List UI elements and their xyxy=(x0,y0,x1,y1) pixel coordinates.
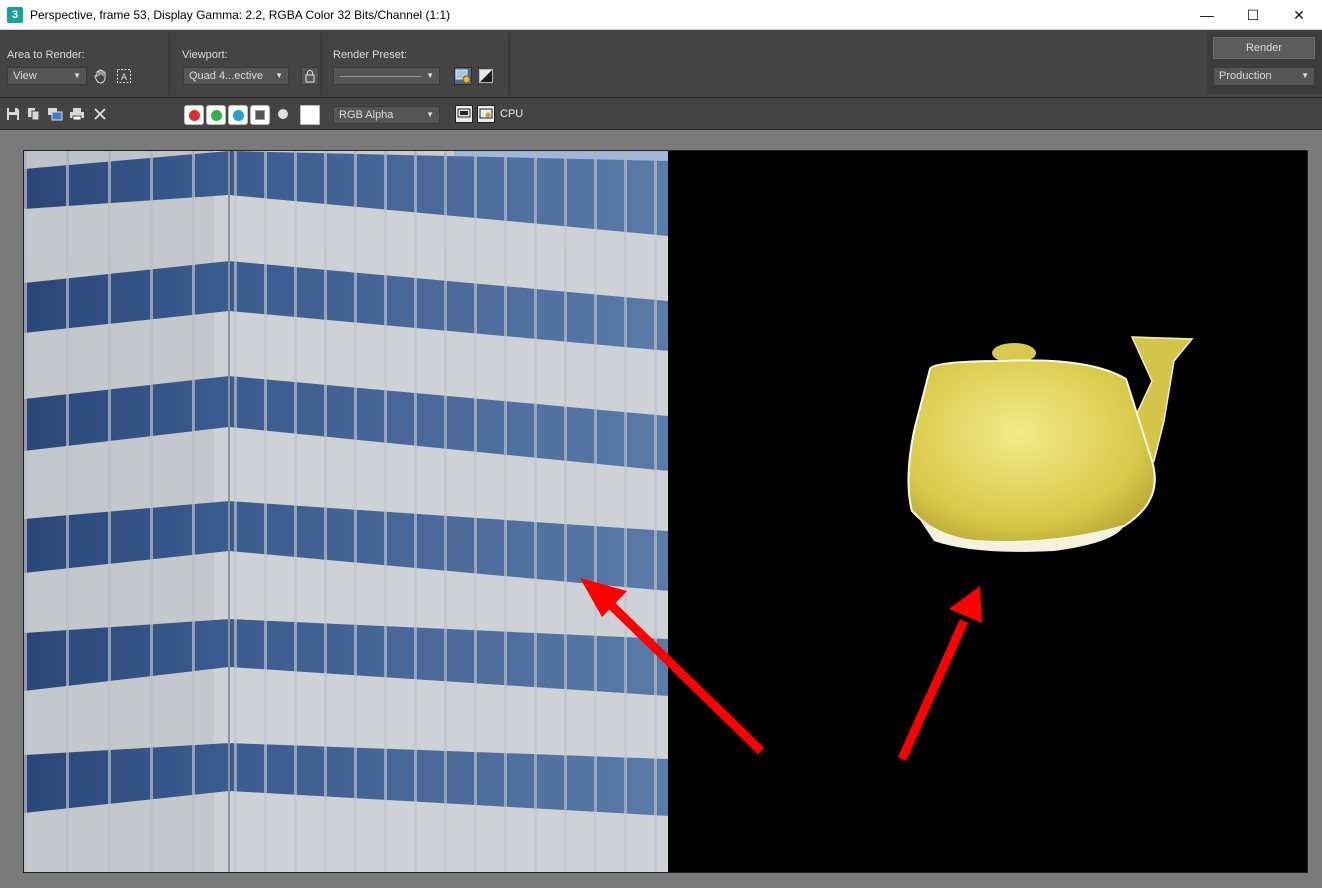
title-bar: 3 Perspective, frame 53, Display Gamma: … xyxy=(0,0,1322,30)
blue-channel-toggle[interactable] xyxy=(228,105,248,125)
blue-dot-icon xyxy=(232,109,244,121)
window-controls: — ☐ ✕ xyxy=(1184,0,1322,30)
clear-icon xyxy=(94,108,106,120)
minimize-button[interactable]: — xyxy=(1184,0,1230,30)
green-channel-toggle[interactable] xyxy=(206,105,226,125)
clone-window-icon xyxy=(48,108,63,121)
svg-text:A: A xyxy=(121,72,127,82)
chevron-down-icon: ▼ xyxy=(275,71,283,80)
toggle-ui-overlay-button[interactable] xyxy=(455,105,473,123)
render-window-icon xyxy=(479,108,493,119)
red-dot-icon xyxy=(188,109,200,121)
print-image-button[interactable] xyxy=(69,106,85,122)
region-select-icon: A xyxy=(117,69,131,83)
copy-icon xyxy=(28,108,40,121)
clear-image-button[interactable] xyxy=(92,106,108,122)
alpha-square-icon xyxy=(255,110,265,120)
display-icon xyxy=(457,108,471,118)
divider xyxy=(320,33,323,95)
viewport-value: Quad 4...ective xyxy=(189,70,263,82)
chevron-down-icon: ▼ xyxy=(426,110,434,119)
arrow-to-teapot xyxy=(897,619,969,761)
red-channel-toggle[interactable] xyxy=(184,105,204,125)
annotation-arrows xyxy=(580,578,982,761)
render-setup-icon xyxy=(455,69,471,84)
green-dot-icon xyxy=(210,109,222,121)
render-mode-dropdown[interactable]: Production ▼ xyxy=(1213,67,1315,86)
rendered-frame xyxy=(23,150,1308,873)
cpu-label: CPU xyxy=(500,108,524,120)
chevron-down-icon: ▼ xyxy=(1301,71,1309,80)
monochrome-dot-icon xyxy=(278,109,288,119)
arrow-head-teapot xyxy=(949,586,982,623)
preset-empty-line xyxy=(340,76,421,77)
render-setup-button[interactable] xyxy=(454,67,472,85)
hand-icon xyxy=(94,69,106,84)
minimize-icon: — xyxy=(1200,7,1214,23)
copy-image-button[interactable] xyxy=(26,106,42,122)
maximize-button[interactable]: ☐ xyxy=(1230,0,1276,30)
lock-viewport-button[interactable] xyxy=(301,67,319,85)
display-channel-dropdown[interactable]: RGB Alpha ▼ xyxy=(333,106,440,124)
monochrome-toggle[interactable] xyxy=(275,106,291,122)
auto-region-button[interactable]: A xyxy=(115,67,133,85)
viewport-label: Viewport: xyxy=(182,49,228,61)
save-image-button[interactable] xyxy=(5,106,21,122)
chevron-down-icon: ▼ xyxy=(426,71,434,80)
chevron-down-icon: ▼ xyxy=(73,71,81,80)
environment-icon xyxy=(479,69,493,83)
render-settings-panel: Area to Render: View ▼ A Viewport: Quad … xyxy=(0,30,1322,98)
pan-hand-button[interactable] xyxy=(92,67,110,85)
area-to-render-dropdown[interactable]: View ▼ xyxy=(7,67,87,85)
render-button[interactable]: Render xyxy=(1213,37,1315,59)
save-icon xyxy=(7,108,19,120)
window-title: Perspective, frame 53, Display Gamma: 2.… xyxy=(30,7,451,22)
environment-effects-button[interactable] xyxy=(477,67,495,85)
divider xyxy=(168,33,171,95)
alpha-channel-toggle[interactable] xyxy=(250,105,270,125)
clone-frame-window-button[interactable] xyxy=(47,106,63,122)
close-icon: ✕ xyxy=(1293,6,1305,23)
render-preset-label: Render Preset: xyxy=(333,49,407,61)
display-channel-value: RGB Alpha xyxy=(339,109,394,121)
divider xyxy=(508,33,511,95)
app-logo-icon: 3 xyxy=(7,6,23,23)
arrow-to-building xyxy=(605,599,765,755)
render-preset-dropdown[interactable]: ▼ xyxy=(333,67,440,85)
area-to-render-label: Area to Render: xyxy=(7,49,85,61)
viewport-dropdown[interactable]: Quad 4...ective ▼ xyxy=(183,67,289,85)
clear-color-swatch[interactable] xyxy=(300,105,320,125)
close-button[interactable]: ✕ xyxy=(1276,0,1322,30)
print-icon xyxy=(70,108,84,121)
frame-toolbar: RGB Alpha ▼ CPU xyxy=(0,99,1322,130)
toggle-ui-button[interactable] xyxy=(477,105,495,123)
render-mode-value: Production xyxy=(1219,70,1272,82)
area-to-render-value: View xyxy=(13,70,37,82)
maximize-icon: ☐ xyxy=(1246,6,1260,23)
lock-icon xyxy=(305,70,315,83)
